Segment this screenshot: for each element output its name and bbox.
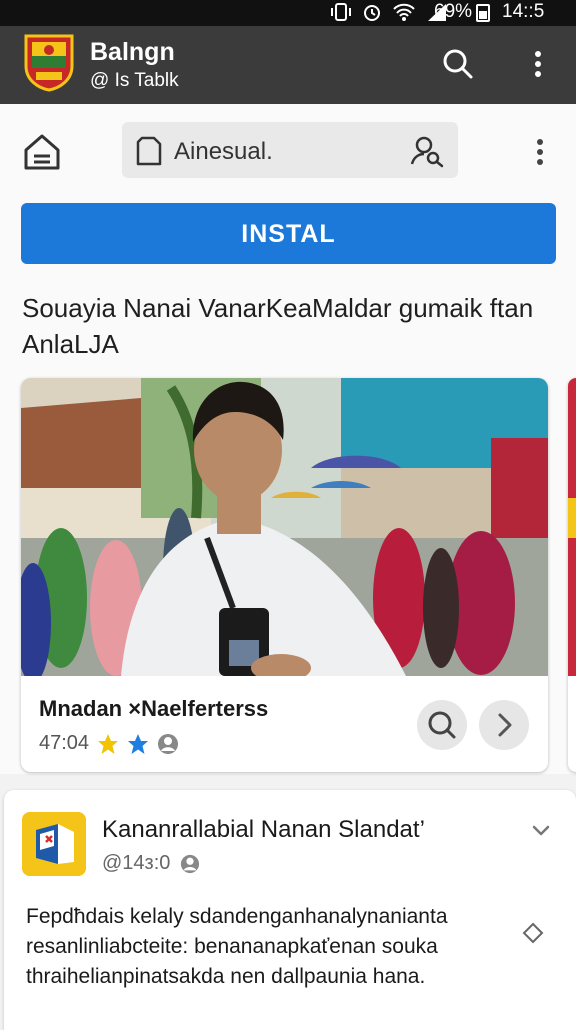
search-input[interactable]: Ainesual.: [122, 122, 458, 178]
user-circle-icon: [181, 854, 200, 873]
install-button[interactable]: INSTAL: [21, 203, 556, 264]
post-handle: @14з:0: [102, 852, 171, 874]
diamond-icon[interactable]: [522, 922, 544, 944]
more-vert-icon[interactable]: [526, 46, 550, 82]
news-time: 47:04: [39, 732, 90, 754]
status-bar: 69% 14::5: [0, 0, 576, 26]
app-logo-graphic: [22, 812, 86, 876]
clock: 14::5: [502, 1, 545, 22]
alarm-icon: [364, 5, 380, 21]
news-photo[interactable]: [21, 378, 548, 676]
news-card[interactable]: Mnadan ×Naelferterss 47:04: [21, 378, 548, 772]
document-icon: [136, 136, 162, 166]
user-circle-icon: [158, 733, 179, 754]
more-vert-icon[interactable]: [530, 134, 550, 170]
news-title[interactable]: Mnadan ×Naelferterss: [39, 696, 268, 722]
emblem-logo: [24, 34, 74, 92]
news-meta: 47:04: [39, 732, 179, 755]
chevron-right-icon: [498, 713, 512, 737]
search-value: Ainesual.: [174, 138, 273, 165]
status-icons: [330, 2, 448, 22]
card-search-button[interactable]: [417, 700, 467, 750]
main-panel: Ainesual. INSTAL Souayia Nanai VanarKeaM…: [0, 104, 576, 774]
post-title[interactable]: Kananrallabial Nanan Slandat’: [102, 816, 425, 844]
battery-icon: [476, 4, 490, 22]
post-handle-row: @14з:0: [102, 852, 200, 875]
star-icon: [98, 733, 119, 754]
peek-photo: [568, 378, 576, 676]
chevron-down-icon[interactable]: [530, 820, 552, 842]
app-bar: Balngn @ Is Tablk: [0, 26, 576, 104]
wifi-icon: [393, 3, 415, 21]
headline[interactable]: Souayia Nanai VanarKeaMaldar gumaik ftan…: [22, 290, 542, 362]
card-next-button[interactable]: [479, 700, 529, 750]
post-body: Fepdħdais kelaly sdandenganhanalynaniant…: [26, 905, 448, 988]
app-subtitle: @ Is Tablk: [90, 70, 179, 91]
app-logo[interactable]: [22, 812, 86, 876]
home-icon[interactable]: [22, 132, 62, 172]
user-search-icon[interactable]: [410, 134, 444, 168]
star-icon: [128, 733, 149, 754]
next-news-card-peek[interactable]: [568, 378, 576, 772]
battery-percent: 69%: [434, 1, 473, 22]
vibrate-icon: [331, 3, 351, 21]
search-icon: [428, 711, 456, 739]
post-card[interactable]: Kananrallabial Nanan Slandat’ @14з:0 Fep…: [4, 790, 576, 1030]
app-title: Balngn: [90, 38, 175, 66]
search-icon[interactable]: [440, 46, 476, 82]
